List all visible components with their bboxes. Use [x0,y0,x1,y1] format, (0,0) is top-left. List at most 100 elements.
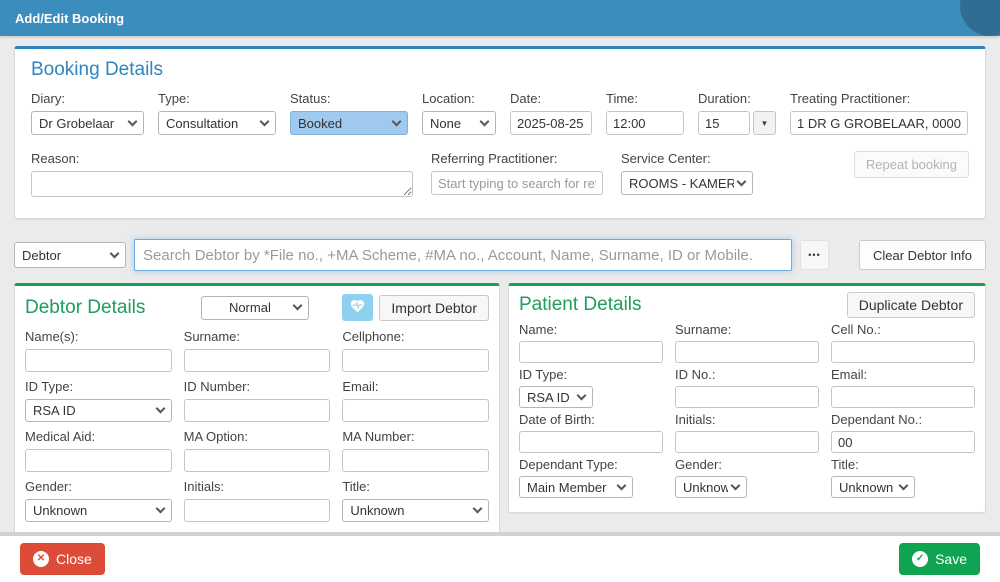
debtor-idtype-label: ID Type: [25,379,74,394]
debtor-title-label: Title: [342,479,371,494]
patient-gender-label: Gender: [675,457,722,472]
search-type-select[interactable]: Debtor [14,242,126,268]
patient-name-input[interactable] [519,341,663,363]
debtor-idtype-select[interactable]: RSA ID [25,399,172,422]
debtor-ma-number-label: MA Number: [342,429,415,444]
medical-aid-check-button[interactable] [342,294,374,321]
duplicate-debtor-button[interactable]: Duplicate Debtor [846,292,975,318]
debtor-medical-aid-label: Medical Aid: [25,429,96,444]
clear-debtor-info-button[interactable]: Clear Debtor Info [859,240,986,270]
patient-email-input[interactable] [831,386,975,408]
check-circle-icon: ✓ [912,551,929,567]
duration-dropdown-button[interactable]: ▼ [753,111,776,135]
patient-email-label: Email: [831,367,868,382]
patient-initials-label: Initials: [675,412,716,427]
chevron-down-icon [109,248,120,258]
date-label: Date: [510,91,542,106]
save-button[interactable]: ✓ Save [899,543,980,575]
debtor-idnumber-label: ID Number: [183,379,251,394]
ellipsis-icon: ••• [808,250,821,260]
debtor-details-title: Debtor Details [25,296,146,318]
service-center-label: Service Center: [621,151,711,166]
patient-cell-input[interactable] [831,341,975,363]
duration-input[interactable] [698,111,750,135]
debtor-title-select[interactable]: Unknown [342,499,489,522]
import-debtor-button[interactable]: Import Debtor [379,294,489,321]
status-select[interactable]: Booked [290,111,408,135]
debtor-search-input[interactable] [134,239,792,271]
debtor-initials-input[interactable] [183,499,331,522]
debtor-names-input[interactable] [25,349,172,372]
caret-down-icon: ▼ [760,118,769,128]
patient-dependant-no-input[interactable] [831,431,975,453]
chevron-down-icon [155,503,166,514]
chevron-down-icon [479,116,490,126]
patient-dependant-type-select[interactable]: Main Member [519,476,633,498]
debtor-gender-label: Gender: [25,479,72,494]
booking-row-1: Diary: Dr Grobelaar Type: Consultation S… [31,91,969,135]
booking-type-select[interactable]: Consultation [158,111,276,135]
heart-pulse-icon [349,298,366,317]
time-input[interactable] [606,111,684,135]
chevron-down-icon [292,300,303,311]
duration-label: Duration: [698,91,751,106]
chevron-down-icon [736,176,747,186]
booking-row-2: Reason: Referring Practitioner: Service … [31,151,969,202]
debtor-ma-number-input[interactable] [342,449,489,472]
debtor-medical-aid-input[interactable] [25,449,172,472]
debtor-email-input[interactable] [342,399,489,422]
patient-surname-label: Surname: [675,322,732,337]
close-button[interactable]: ✕ Close [20,543,105,575]
reason-label: Reason: [31,151,80,166]
patient-details-title: Patient Details [519,294,642,315]
diary-select[interactable]: Dr Grobelaar [31,111,144,135]
patient-idtype-select[interactable]: RSA ID [519,386,593,408]
debtor-search-row: Debtor ••• Clear Debtor Info [14,239,986,271]
location-label: Location: [422,91,475,106]
patient-dob-input[interactable] [519,431,663,453]
debtor-mode-select[interactable]: Normal [201,295,310,320]
date-input[interactable] [510,111,592,135]
diary-label: Diary: [31,91,65,106]
chevron-down-icon [155,403,166,414]
patient-gender-select[interactable]: Unknown [675,476,747,498]
service-center-select[interactable]: ROOMS - KAMERS [621,171,753,195]
debtor-details-section: Debtor Details Normal Import Debtor Name… [14,283,500,540]
treating-practitioner-input[interactable] [790,111,968,135]
referring-practitioner-label: Referring Practitioner: [431,151,558,166]
chevron-down-icon [127,116,138,126]
patient-title-select[interactable]: Unknown [831,476,915,498]
dialog-body: Booking Details Diary: Dr Grobelaar Type… [0,36,1000,540]
chevron-down-icon [472,503,483,514]
dialog-title: Add/Edit Booking [15,10,125,26]
patient-title-label: Title: [831,457,859,472]
debtor-surname-input[interactable] [183,349,331,372]
referring-practitioner-input[interactable] [431,171,603,195]
status-label: Status: [290,91,331,106]
patient-dob-label: Date of Birth: [519,412,595,427]
repeat-booking-button[interactable]: Repeat booking [853,151,969,178]
patient-dependant-type-label: Dependant Type: [519,457,618,472]
patient-idtype-label: ID Type: [519,367,568,382]
debtor-idnumber-input[interactable] [183,399,331,422]
patient-idno-input[interactable] [675,386,819,408]
debtor-gender-select[interactable]: Unknown [25,499,172,522]
booking-details-title: Booking Details [31,59,164,80]
save-button-label: Save [935,551,967,567]
chevron-down-icon [391,116,402,126]
debtor-cellphone-label: Cellphone: [342,329,405,344]
close-button-label: Close [56,551,92,567]
debtor-ma-option-input[interactable] [183,449,331,472]
chevron-down-icon [616,480,627,490]
patient-initials-input[interactable] [675,431,819,453]
dialog-footer: ✕ Close ✓ Save [0,532,1000,582]
search-more-options-button[interactable]: ••• [800,240,829,270]
patient-details-section: Patient Details Duplicate Debtor Name: S… [508,283,986,513]
reason-textarea[interactable] [31,171,413,197]
patient-name-label: Name: [519,322,558,337]
booking-details-section: Booking Details Diary: Dr Grobelaar Type… [14,46,986,219]
patient-surname-input[interactable] [675,341,819,363]
location-select[interactable]: None [422,111,496,135]
debtor-cellphone-input[interactable] [342,349,489,372]
close-circle-icon: ✕ [33,551,49,567]
